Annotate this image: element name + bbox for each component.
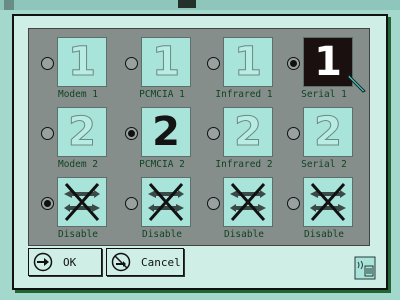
option-disable-3[interactable]: Disable: [201, 177, 277, 247]
port-number: 1: [234, 39, 263, 85]
disable-tile[interactable]: [303, 177, 353, 227]
radio-pcmcia-2[interactable]: [125, 127, 138, 140]
radio-pcmcia-1[interactable]: [125, 57, 138, 70]
port-number: 2: [68, 109, 97, 155]
arrow-right-icon: [33, 252, 53, 272]
desktop-icon-fragment: [178, 0, 196, 8]
port-tile[interactable]: 1: [223, 37, 273, 87]
option-disable-4[interactable]: Disable: [281, 177, 357, 247]
desktop-background-strip: [0, 0, 400, 10]
radio-disable-3[interactable]: [207, 197, 220, 210]
port-assignment-dialog: 1 Modem 1 1 PCMCIA 1 1 Infrared 1 1 Seri…: [12, 14, 388, 290]
radio-disable-2[interactable]: [125, 197, 138, 210]
disabled-port-icon: [148, 183, 184, 221]
option-label: Infrared 2: [215, 159, 273, 170]
disable-tile[interactable]: [141, 177, 191, 227]
radio-modem-1[interactable]: [41, 57, 54, 70]
ok-button-label: OK: [63, 255, 77, 269]
option-disable-1[interactable]: Disable: [35, 177, 111, 247]
disabled-port-icon: [310, 183, 346, 221]
option-label: Modem 2: [57, 159, 99, 170]
port-tile[interactable]: 2: [223, 107, 273, 157]
port-tile[interactable]: 1: [141, 37, 191, 87]
port-selection-panel: 1 Modem 1 1 PCMCIA 1 1 Infrared 1 1 Seri…: [28, 28, 370, 246]
radio-infrared-2[interactable]: [207, 127, 220, 140]
radio-serial-2[interactable]: [287, 127, 300, 140]
cancel-button-label: Cancel: [141, 255, 181, 269]
option-label: Disable: [141, 229, 183, 240]
radio-modem-2[interactable]: [41, 127, 54, 140]
option-serial-2[interactable]: 2 Serial 2: [281, 107, 357, 177]
option-label: Disable: [303, 229, 345, 240]
option-label: Serial 2: [301, 159, 347, 170]
option-infrared-2[interactable]: 2 Infrared 2: [201, 107, 277, 177]
ok-button[interactable]: OK: [28, 248, 102, 276]
port-number: 1: [68, 39, 97, 85]
cancel-button[interactable]: Cancel: [106, 248, 184, 276]
port-tile[interactable]: 2: [303, 107, 353, 157]
cancel-icon: [111, 252, 131, 272]
option-label: PCMCIA 2: [139, 159, 185, 170]
option-label: Serial 1: [301, 89, 347, 100]
port-number: 2: [314, 109, 343, 155]
option-infrared-1[interactable]: 1 Infrared 1: [201, 37, 277, 107]
disabled-port-icon: [64, 183, 100, 221]
port-tile[interactable]: 1: [57, 37, 107, 87]
infrared-port-icon: [354, 256, 376, 280]
option-label: Infrared 1: [215, 89, 273, 100]
option-modem-2[interactable]: 2 Modem 2: [35, 107, 111, 177]
radio-disable-4[interactable]: [287, 197, 300, 210]
radio-serial-1[interactable]: [287, 57, 300, 70]
option-label: Disable: [57, 229, 99, 240]
port-tile[interactable]: 2: [141, 107, 191, 157]
desktop-icon-fragment: [4, 0, 14, 10]
port-tile-selected[interactable]: 1: [303, 37, 366, 93]
radio-infrared-1[interactable]: [207, 57, 220, 70]
option-pcmcia-2[interactable]: 2 PCMCIA 2: [119, 107, 195, 177]
port-number: 1: [152, 39, 181, 85]
option-label: Modem 1: [57, 89, 99, 100]
disable-tile[interactable]: [223, 177, 273, 227]
disabled-port-icon: [230, 183, 266, 221]
port-number: 2: [234, 109, 263, 155]
radio-disable-1[interactable]: [41, 197, 54, 210]
port-number: 1: [314, 39, 342, 85]
port-tile[interactable]: 2: [57, 107, 107, 157]
option-disable-2[interactable]: Disable: [119, 177, 195, 247]
disable-tile[interactable]: [57, 177, 107, 227]
option-serial-1[interactable]: 1 Serial 1: [281, 37, 366, 107]
option-modem-1[interactable]: 1 Modem 1: [35, 37, 111, 107]
option-label: PCMCIA 1: [139, 89, 185, 100]
port-number: 2: [152, 109, 180, 155]
option-label: Disable: [223, 229, 265, 240]
option-pcmcia-1[interactable]: 1 PCMCIA 1: [119, 37, 195, 107]
